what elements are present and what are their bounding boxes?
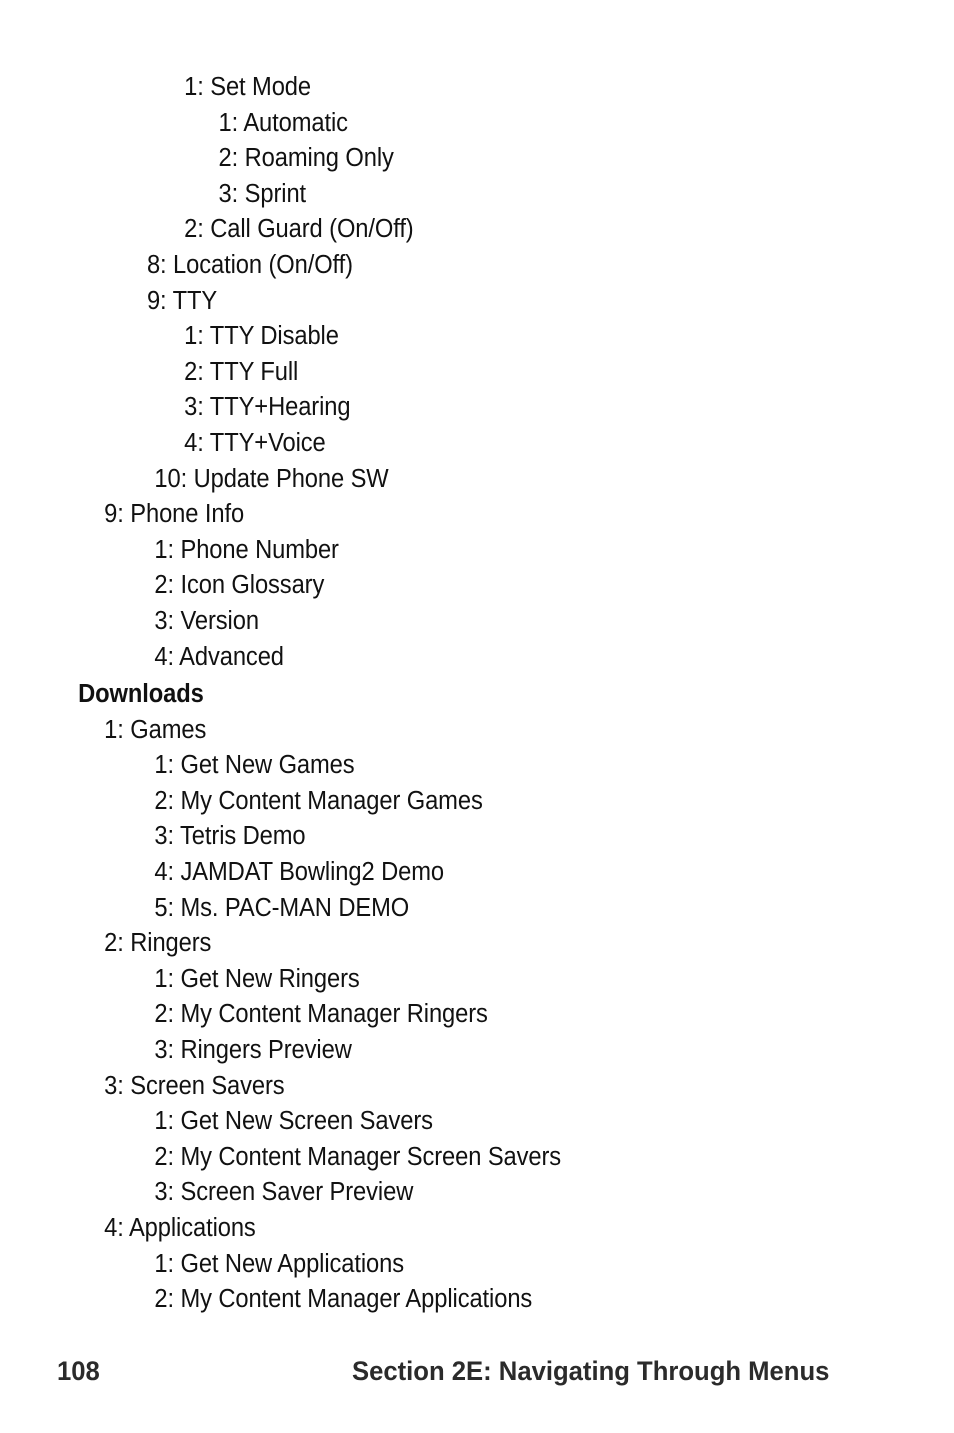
menu-outline-item: 1: Set Mode (184, 73, 311, 101)
menu-outline-item: 1: Get New Applications (154, 1249, 405, 1278)
menu-outline-item: 4: Advanced (154, 642, 284, 671)
menu-outline-item: 2: My Content Manager Ringers (154, 1000, 488, 1029)
menu-outline-item: 9: Phone Info (104, 500, 245, 529)
menu-outline-list: 1: Set Mode 1: Automatic 2: Roaming Only 3:… (0, 70, 954, 1318)
running-head-section-title: Section 2E: Navigating Through Menus (352, 1356, 830, 1386)
menu-outline-item: 2: TTY Full (184, 357, 299, 386)
menu-outline-item: 3: Tetris Demo (154, 822, 306, 851)
menu-outline-item: 2: Icon Glossary (154, 571, 325, 600)
menu-outline-item: 3: Screen Saver Preview (154, 1178, 414, 1207)
menu-outline-item: 4: Applications (104, 1214, 256, 1242)
menu-outline-item: 1: Automatic (218, 108, 348, 137)
page-footer: 108 Section 2E: Navigating Through Menus (0, 1352, 954, 1402)
menu-outline-item: 1: Phone Number (154, 535, 339, 564)
menu-section-heading: Downloads (78, 680, 204, 709)
menu-outline-item: 1: TTY Disable (184, 322, 339, 351)
menu-outline-item: 2: Call Guard (On/Off) (184, 215, 414, 244)
menu-outline-item: 2: My Content Manager Screen Savers (154, 1142, 562, 1171)
menu-outline-item: 3: Sprint (218, 179, 307, 208)
menu-outline-item: 1: Get New Ringers (154, 964, 360, 993)
menu-outline-item: 1: Games (104, 715, 207, 744)
menu-outline-item: 5: Ms. PAC-MAN DEMO (154, 893, 410, 922)
menu-outline-item: 10: Update Phone SW (154, 464, 389, 493)
menu-outline-item: 1: Get New Screen Savers (154, 1107, 433, 1136)
page-number: 108 (57, 1356, 100, 1386)
menu-outline-item: 8: Location (On/Off) (146, 250, 353, 279)
menu-outline-item: 4: TTY+Voice (184, 428, 326, 457)
menu-outline-item: 2: Ringers (104, 929, 212, 958)
menu-outline-item: 3: Screen Savers (104, 1071, 285, 1100)
menu-outline-item: 2: My Content Manager Games (154, 786, 483, 815)
menu-outline-item: 2: My Content Manager Applications (154, 1285, 533, 1314)
menu-outline-item: 9: TTY (146, 286, 218, 315)
menu-outline-item: 3: TTY+Hearing (184, 393, 351, 422)
menu-outline-item: 3: Ringers Preview (154, 1036, 352, 1065)
document-page: 1: Set Mode 1: Automatic 2: Roaming Only 3:… (0, 0, 954, 1433)
menu-outline-item: 2: Roaming Only (218, 144, 394, 173)
menu-outline-item: 3: Version (154, 606, 259, 635)
menu-outline-item: 4: JAMDAT Bowling2 Demo (154, 858, 444, 887)
menu-outline-item: 1: Get New Games (154, 751, 355, 780)
